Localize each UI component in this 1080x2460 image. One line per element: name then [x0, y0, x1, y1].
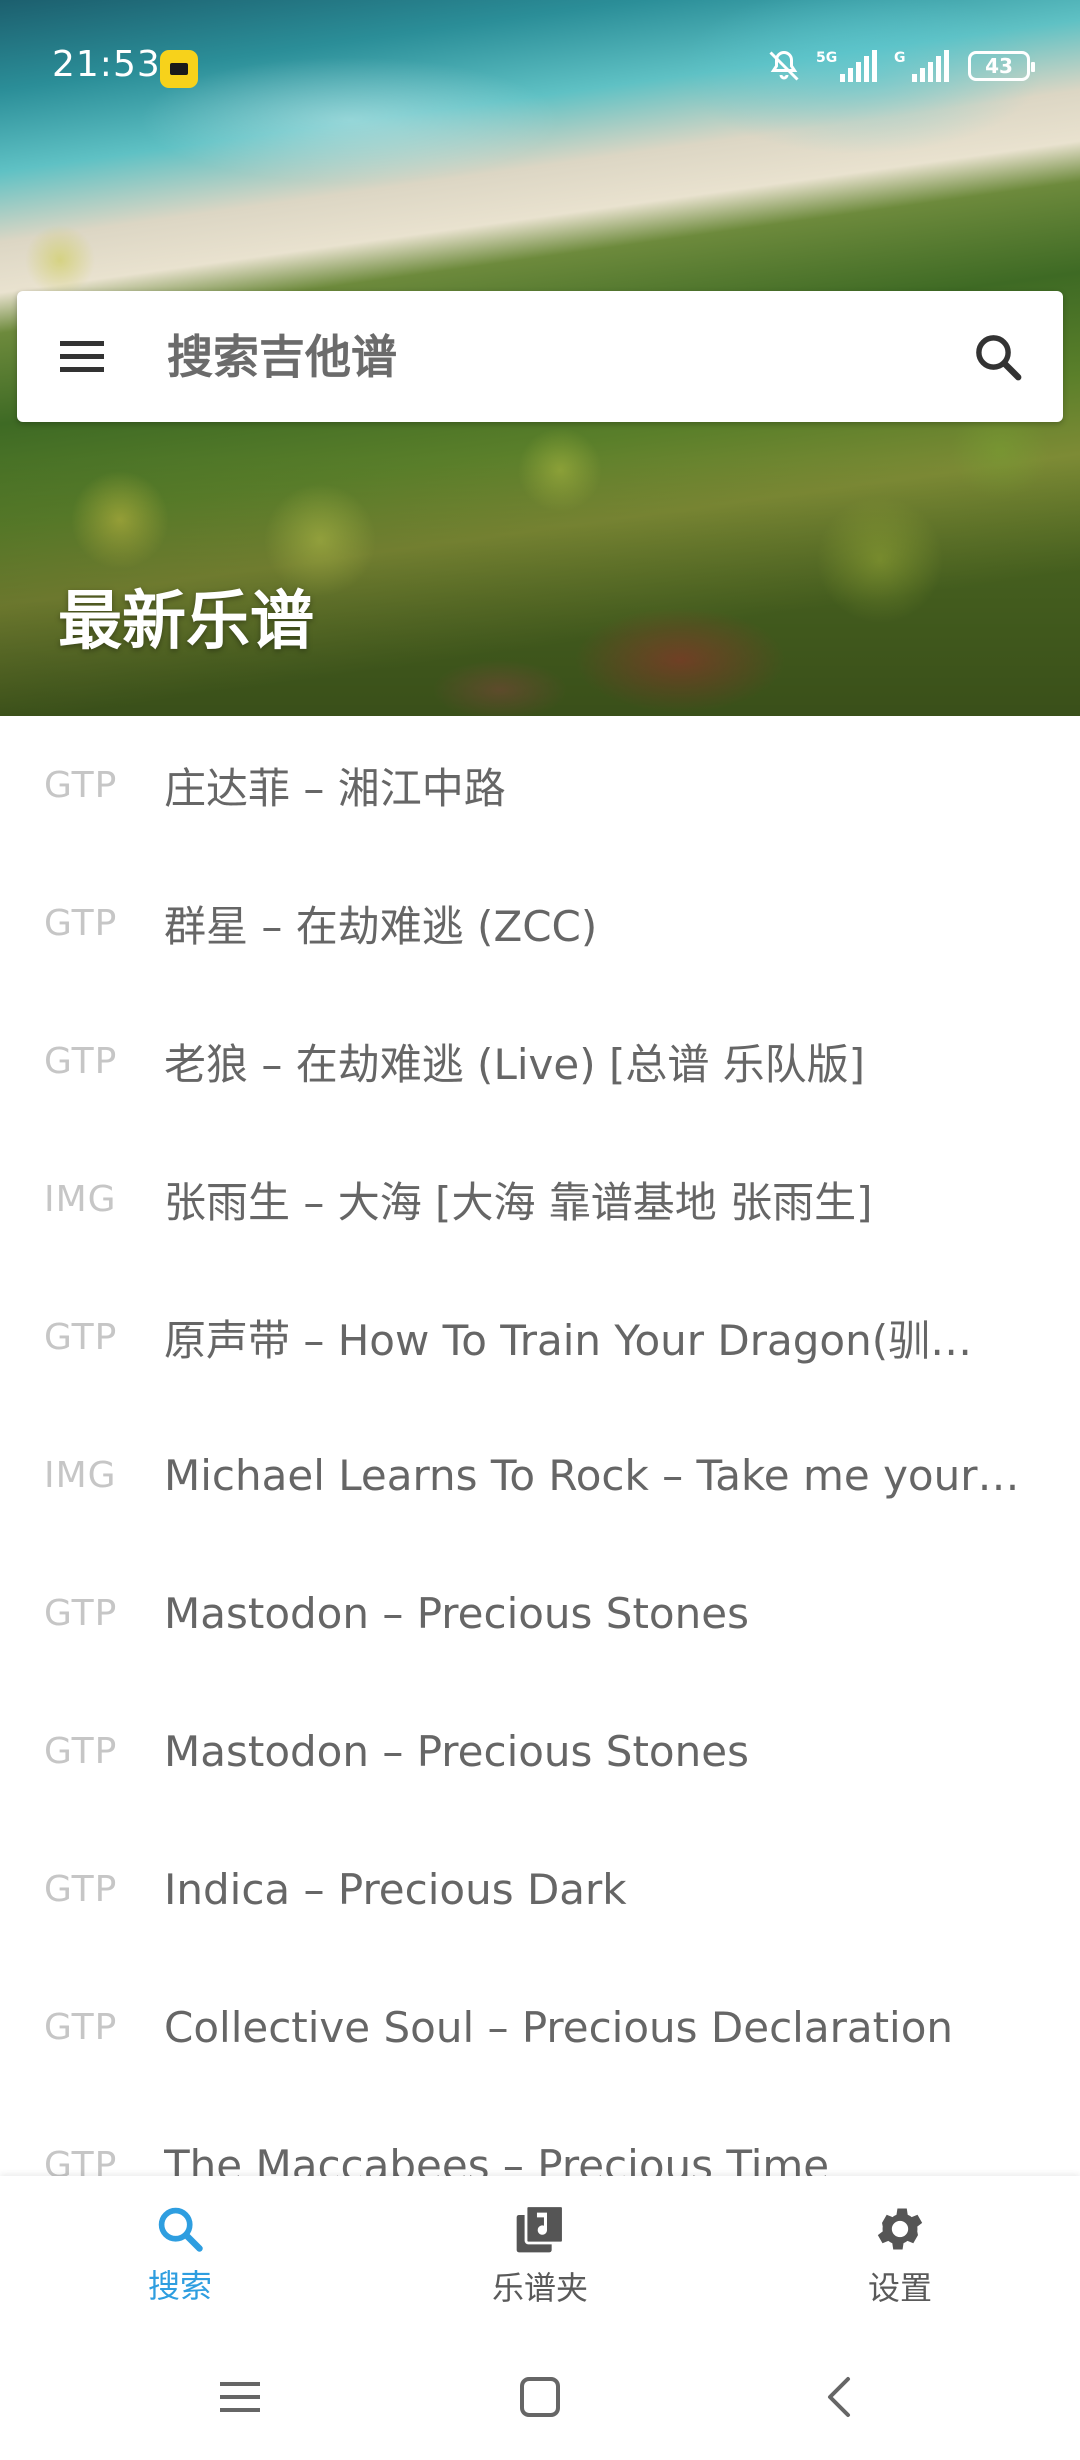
signal-g-icon: G	[894, 48, 954, 84]
item-type-label: GTP	[44, 2006, 118, 2048]
hamburger-menu-icon	[60, 340, 104, 372]
item-type-label: GTP	[44, 1592, 118, 1634]
item-title: Mastodon – Precious Stones	[164, 1588, 749, 1638]
bottom-navigation: 搜索 乐谱夹 设置	[0, 2176, 1080, 2334]
item-title: 张雨生 – 大海 [大海 靠谱基地 张雨生]	[164, 1177, 873, 1227]
tab-settings-label: 设置	[867, 2269, 932, 2307]
item-type-label: GTP	[44, 1040, 118, 1082]
list-item[interactable]: GTP 原声带 – How To Train Your Dragon(驯…	[0, 1268, 1080, 1406]
menu-lines-icon	[220, 2382, 260, 2412]
status-time: 21:53	[52, 44, 161, 85]
list-item[interactable]: GTP 庄达菲 – 湘江中路	[0, 716, 1080, 854]
chevron-left-icon	[828, 2377, 850, 2417]
menu-button[interactable]	[17, 291, 147, 422]
mute-bell-icon	[766, 48, 802, 84]
item-type-label: IMG	[44, 1454, 117, 1496]
item-title: Mastodon – Precious Stones	[164, 1726, 749, 1776]
list-item[interactable]: IMG Michael Learns To Rock – Take me your…	[0, 1406, 1080, 1544]
item-type-label: GTP	[44, 1730, 118, 1772]
item-title: Indica – Precious Dark	[164, 1864, 627, 1914]
list-item[interactable]: GTP Mastodon – Precious Stones	[0, 1544, 1080, 1682]
system-navigation-bar	[0, 2334, 1080, 2460]
search-bar	[17, 291, 1063, 422]
search-button[interactable]	[933, 291, 1063, 422]
item-type-label: GTP	[44, 2144, 118, 2177]
list-item[interactable]: GTP Collective Soul – Precious Declaratio…	[0, 1958, 1080, 2096]
back-button[interactable]	[795, 2352, 885, 2442]
music-library-icon	[516, 2204, 565, 2253]
tab-library[interactable]: 乐谱夹	[360, 2176, 720, 2334]
item-title: 庄达菲 – 湘江中路	[164, 763, 506, 813]
item-type-label: GTP	[44, 1868, 118, 1910]
search-icon	[976, 334, 1022, 380]
item-title: 原声带 – How To Train Your Dragon(驯…	[164, 1315, 973, 1365]
recent-apps-button[interactable]	[195, 2352, 285, 2442]
status-bar: 21:53 5G G 43	[0, 0, 1080, 136]
signal-5g-icon: 5G	[816, 48, 880, 84]
list-item[interactable]: GTP 群星 – 在劫难逃 (ZCC)	[0, 854, 1080, 992]
item-title: Michael Learns To Rock – Take me your…	[164, 1450, 1020, 1500]
search-input[interactable]	[147, 291, 933, 422]
item-type-label: GTP	[44, 764, 118, 806]
tab-search-label: 搜索	[147, 2267, 212, 2305]
app-notification-icon	[160, 50, 198, 88]
home-button[interactable]	[495, 2352, 585, 2442]
list-item[interactable]: GTP Indica – Precious Dark	[0, 1820, 1080, 1958]
tab-settings[interactable]: 设置	[720, 2176, 1080, 2334]
search-icon	[158, 2207, 203, 2252]
item-type-label: GTP	[44, 1316, 118, 1358]
item-type-label: IMG	[44, 1178, 117, 1220]
item-title: Collective Soul – Precious Declaration	[164, 2002, 954, 2052]
status-indicators: 5G G 43	[766, 48, 1035, 84]
page-title: 最新乐谱	[58, 585, 314, 659]
list-item[interactable]: GTP 老狼 – 在劫难逃 (Live) [总谱 乐队版]	[0, 992, 1080, 1130]
svg-text:G: G	[894, 50, 906, 66]
tab-library-label: 乐谱夹	[491, 2269, 588, 2307]
svg-text:5G: 5G	[816, 50, 837, 66]
gear-icon	[877, 2208, 923, 2250]
tab-search[interactable]: 搜索	[0, 2176, 360, 2334]
score-list: GTP 庄达菲 – 湘江中路 GTP 群星 – 在劫难逃 (ZCC) GTP 老狼 –…	[0, 716, 1080, 2176]
list-item[interactable]: GTP Mastodon – Precious Stones	[0, 1682, 1080, 1820]
battery-icon: 43	[968, 51, 1035, 81]
item-title: 老狼 – 在劫难逃 (Live) [总谱 乐队版]	[164, 1039, 866, 1089]
item-title: 群星 – 在劫难逃 (ZCC)	[164, 901, 598, 951]
item-type-label: GTP	[44, 902, 118, 944]
square-home-icon	[520, 2377, 560, 2417]
item-title: The Maccabees – Precious Time	[164, 2140, 830, 2177]
list-item[interactable]: IMG 张雨生 – 大海 [大海 靠谱基地 张雨生]	[0, 1130, 1080, 1268]
list-item[interactable]: GTP The Maccabees – Precious Time	[0, 2096, 1080, 2177]
